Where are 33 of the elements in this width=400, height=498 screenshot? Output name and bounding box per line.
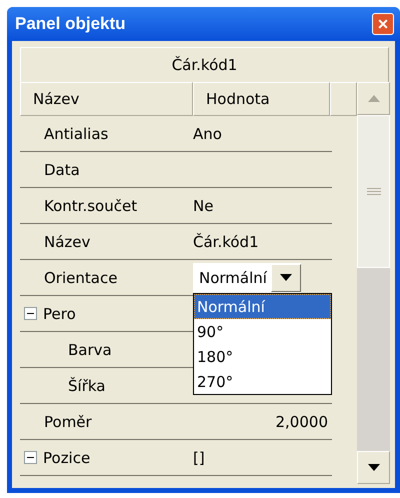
property-value: Čár.kód1 bbox=[193, 232, 259, 250]
property-name: Orientace bbox=[44, 268, 118, 286]
property-name: Poměr bbox=[44, 412, 92, 430]
property-name: Název bbox=[44, 232, 90, 250]
property-name: Pero bbox=[43, 304, 76, 322]
collapse-icon[interactable] bbox=[24, 307, 37, 320]
property-value: Ne bbox=[193, 196, 214, 214]
property-name: Barva bbox=[68, 340, 112, 358]
close-button[interactable]: × bbox=[372, 13, 394, 35]
object-name-header: Čár.kód1 bbox=[20, 47, 389, 82]
property-name: Pozice bbox=[43, 448, 90, 466]
grip-icon bbox=[366, 188, 380, 196]
collapse-icon[interactable] bbox=[24, 451, 37, 464]
scroll-down-button[interactable] bbox=[357, 451, 390, 484]
caret-up-icon bbox=[368, 95, 380, 102]
column-header-blank bbox=[330, 82, 357, 116]
property-name: Šířka bbox=[68, 376, 106, 394]
property-value: 2,0000 bbox=[276, 412, 328, 430]
column-header[interactable]: Název bbox=[20, 82, 193, 116]
caret-down-icon bbox=[280, 274, 292, 281]
column-header[interactable]: Hodnota bbox=[193, 82, 330, 116]
window-title: Panel objektu bbox=[15, 14, 126, 34]
scrollbar-thumb[interactable] bbox=[357, 115, 390, 268]
caret-down-icon bbox=[368, 464, 380, 471]
property-name: Kontr.součet bbox=[44, 196, 138, 214]
property-name: Antialias bbox=[44, 124, 108, 142]
property-value: Ano bbox=[193, 124, 222, 142]
property-name: Data bbox=[44, 160, 80, 178]
orientation-dropdown[interactable]: Normální bbox=[193, 262, 301, 292]
scrollbar[interactable] bbox=[357, 82, 390, 484]
dropdown-button[interactable] bbox=[270, 264, 301, 292]
dropdown-option[interactable]: Normální bbox=[194, 294, 331, 319]
property-value: [] bbox=[193, 448, 205, 466]
